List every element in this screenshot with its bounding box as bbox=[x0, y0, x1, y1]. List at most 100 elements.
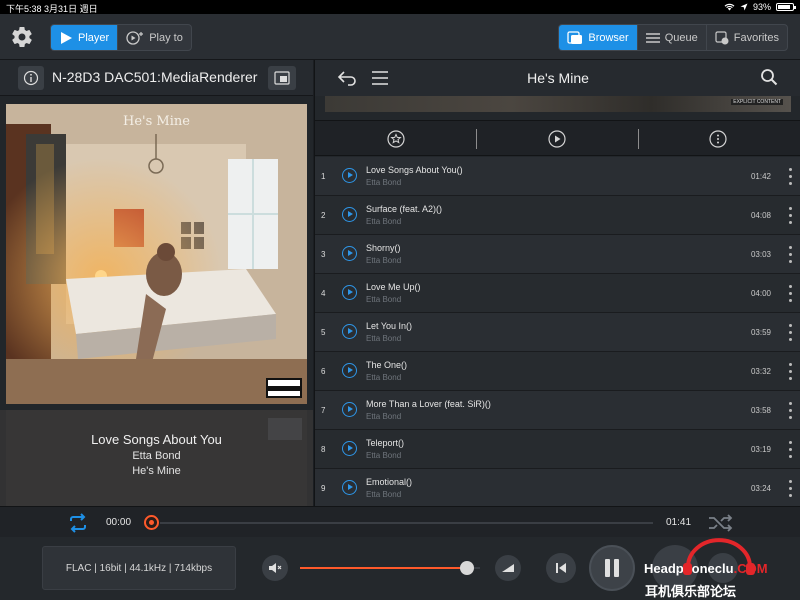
track-play-icon[interactable] bbox=[342, 207, 357, 222]
favorites-label: Favorites bbox=[733, 31, 779, 44]
track-title: Let You In() bbox=[366, 321, 413, 331]
track-number: 4 bbox=[321, 289, 326, 298]
track-number: 5 bbox=[321, 328, 326, 337]
explicit-tag: EXPLICIT CONTENT bbox=[731, 99, 783, 105]
player-label: Player bbox=[78, 31, 110, 44]
track-row[interactable]: 9 Emotional() Etta Bond 03:24 bbox=[315, 469, 800, 508]
track-duration: 03:32 bbox=[750, 367, 771, 376]
location-icon bbox=[740, 3, 748, 11]
track-more-icon[interactable] bbox=[787, 441, 793, 458]
track-more-icon[interactable] bbox=[787, 168, 793, 185]
track-artist: Etta Bond bbox=[366, 451, 402, 460]
volume-track[interactable] bbox=[300, 567, 480, 569]
track-play-icon[interactable] bbox=[342, 402, 357, 417]
seek-knob[interactable] bbox=[144, 515, 159, 530]
track-more-icon[interactable] bbox=[787, 402, 793, 419]
track-play-icon[interactable] bbox=[342, 285, 357, 300]
track-row[interactable]: 1 Love Songs About You() Etta Bond 01:42 bbox=[315, 157, 800, 196]
browser-button[interactable]: Browser bbox=[559, 25, 637, 50]
volume-fill bbox=[300, 567, 468, 569]
track-title: Shorny() bbox=[366, 243, 401, 253]
search-icon[interactable] bbox=[760, 68, 778, 86]
track-row[interactable]: 2 Surface (feat. A2)() Etta Bond 04:08 bbox=[315, 196, 800, 235]
renderer-select-button[interactable] bbox=[268, 66, 296, 90]
headphone-logo-icon bbox=[683, 538, 755, 575]
track-row[interactable]: 4 Love Me Up() Etta Bond 04:00 bbox=[315, 274, 800, 313]
status-time: 下午5:38 bbox=[6, 4, 42, 14]
track-duration: 04:08 bbox=[750, 211, 771, 220]
track-play-icon[interactable] bbox=[342, 363, 357, 378]
now-playing-info: Love Songs About You Etta Bond He's Mine bbox=[0, 432, 313, 477]
pause-icon bbox=[605, 559, 619, 577]
track-more-icon[interactable] bbox=[787, 246, 793, 263]
audio-format: FLAC | 16bit | 44.1kHz | 714kbps bbox=[65, 562, 213, 574]
track-play-icon[interactable] bbox=[342, 480, 357, 495]
play-all-icon[interactable] bbox=[548, 130, 566, 148]
action-separator bbox=[476, 129, 477, 149]
volume-down-button[interactable] bbox=[262, 555, 288, 581]
bottom-controls: FLAC | 16bit | 44.1kHz | 714kbps Headpho… bbox=[0, 537, 800, 600]
shuffle-icon[interactable] bbox=[708, 514, 734, 532]
now-playing-artist: Etta Bond bbox=[132, 450, 181, 462]
track-more-icon[interactable] bbox=[787, 480, 793, 497]
track-row[interactable]: 5 Let You In() Etta Bond 03:59 bbox=[315, 313, 800, 352]
cover-title: He's Mine bbox=[123, 114, 190, 129]
track-row[interactable]: 7 More Than a Lover (feat. SiR)() Etta Bon… bbox=[315, 391, 800, 430]
status-bar: 下午5:38 3月31日 週日 93% bbox=[0, 0, 800, 14]
track-artist: Etta Bond bbox=[366, 295, 402, 304]
favorite-star-icon[interactable] bbox=[387, 130, 405, 148]
seek-track[interactable] bbox=[160, 522, 653, 524]
track-number: 1 bbox=[321, 172, 326, 181]
play-triangle-icon bbox=[61, 31, 72, 44]
track-play-icon[interactable] bbox=[342, 324, 357, 339]
album-actions-bar bbox=[315, 120, 800, 156]
pause-button[interactable] bbox=[589, 545, 635, 591]
track-artist: Etta Bond bbox=[366, 256, 402, 265]
track-more-icon[interactable] bbox=[787, 324, 793, 341]
track-more-icon[interactable] bbox=[787, 207, 793, 224]
track-number: 2 bbox=[321, 211, 326, 220]
track-number: 8 bbox=[321, 445, 326, 454]
more-options-icon[interactable] bbox=[709, 130, 727, 148]
queue-list-icon bbox=[645, 32, 660, 43]
track-more-icon[interactable] bbox=[787, 285, 793, 302]
browser-label: Browser bbox=[588, 31, 629, 44]
repeat-icon[interactable] bbox=[66, 513, 90, 533]
track-play-icon[interactable] bbox=[342, 246, 357, 261]
track-row[interactable]: 8 Teleport() Etta Bond 03:19 bbox=[315, 430, 800, 469]
renderer-icon bbox=[274, 71, 290, 85]
gear-icon[interactable] bbox=[10, 25, 34, 49]
player-button[interactable]: Player bbox=[51, 25, 118, 50]
browser-panel: He's Mine EXPLICIT CONTENT 1 Love Songs A… bbox=[314, 60, 800, 508]
now-playing-album: He's Mine bbox=[132, 465, 181, 477]
info-icon bbox=[23, 70, 39, 86]
track-more-icon[interactable] bbox=[787, 363, 793, 380]
volume-up-icon bbox=[502, 564, 514, 572]
track-row[interactable]: 3 Shorny() Etta Bond 03:03 bbox=[315, 235, 800, 274]
battery-icon bbox=[776, 3, 796, 11]
track-duration: 03:24 bbox=[750, 484, 771, 493]
previous-icon bbox=[556, 563, 566, 573]
browser-header: He's Mine bbox=[315, 60, 800, 96]
volume-up-button[interactable] bbox=[495, 555, 521, 581]
track-number: 7 bbox=[321, 406, 326, 415]
renderer-bar: N-28D3 DAC501:MediaRenderer bbox=[0, 60, 313, 96]
action-separator bbox=[638, 129, 639, 149]
album-header-image: EXPLICIT CONTENT bbox=[325, 96, 791, 112]
audio-format-info: FLAC | 16bit | 44.1kHz | 714kbps bbox=[42, 546, 236, 590]
track-duration: 01:42 bbox=[750, 172, 771, 181]
track-title: Teleport() bbox=[366, 438, 405, 448]
previous-track-button[interactable] bbox=[546, 553, 576, 583]
favorites-button[interactable]: Favorites bbox=[705, 25, 787, 50]
favorites-icon bbox=[715, 30, 729, 44]
volume-knob[interactable] bbox=[460, 561, 475, 575]
track-play-icon[interactable] bbox=[342, 168, 357, 183]
play-to-button[interactable]: Play to bbox=[117, 25, 191, 50]
queue-button[interactable]: Queue bbox=[636, 25, 706, 50]
track-artist: Etta Bond bbox=[366, 217, 402, 226]
info-button[interactable] bbox=[18, 66, 44, 90]
track-number: 6 bbox=[321, 367, 326, 376]
status-date: 3月31日 週日 bbox=[44, 4, 98, 14]
track-play-icon[interactable] bbox=[342, 441, 357, 456]
track-row[interactable]: 6 The One() Etta Bond 03:32 bbox=[315, 352, 800, 391]
